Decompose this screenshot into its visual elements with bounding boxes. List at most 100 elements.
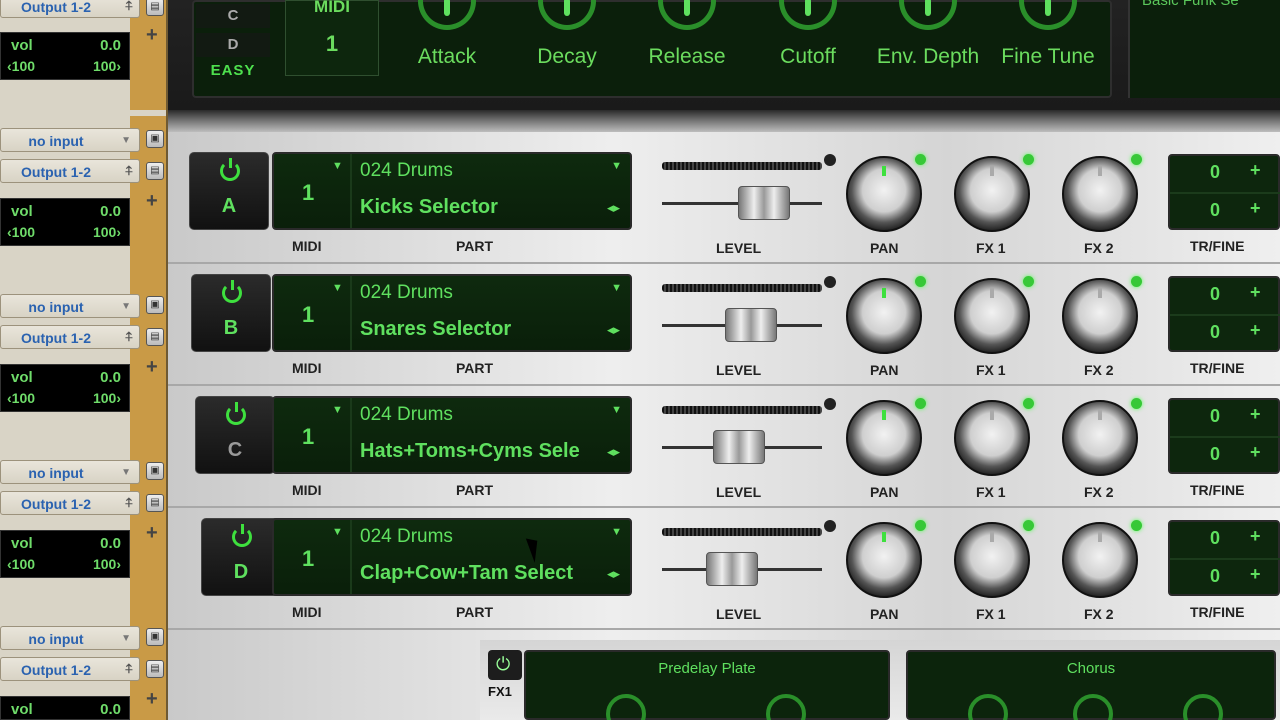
midi-channel[interactable]: 1	[302, 424, 314, 450]
pan-left[interactable]: ‹100	[7, 224, 35, 240]
pan-left[interactable]: ‹100	[7, 556, 35, 572]
fx-knob[interactable]	[606, 694, 646, 720]
fx2-knob[interactable]	[1062, 154, 1142, 232]
add-icon[interactable]: +	[146, 522, 158, 545]
bank-name[interactable]: 024 Drums	[360, 526, 453, 548]
plus-icon[interactable]: +	[1250, 442, 1261, 463]
part-power-button[interactable]: D	[201, 518, 281, 596]
level-fader[interactable]	[725, 308, 777, 342]
patch-name[interactable]: Kicks Selector	[360, 196, 600, 219]
midi-channel[interactable]: 1	[302, 180, 314, 206]
chevron-down-icon[interactable]: ▼	[611, 160, 622, 172]
arrows-icon[interactable]: ◂▸	[607, 444, 620, 460]
output-selector[interactable]: Output 1-2 ⍏	[0, 159, 140, 183]
part-selector[interactable]: 1 ▼ 024 Drums ▼ Snares Selector ◂▸	[272, 274, 632, 352]
pan-right[interactable]: 100›	[93, 58, 121, 74]
transpose-fine-box[interactable]: 0 + 0 +	[1168, 276, 1280, 352]
arrows-icon[interactable]: ◂▸	[607, 322, 620, 338]
fx1-knob[interactable]	[954, 276, 1034, 354]
output-selector[interactable]: Output 1-2 ⍏	[0, 657, 140, 681]
transpose-value[interactable]: 0	[1210, 406, 1220, 427]
insert-icon[interactable]: ▤	[146, 162, 164, 180]
part-power-button[interactable]: B	[191, 274, 271, 352]
add-icon[interactable]: +	[146, 688, 158, 711]
transpose-fine-box[interactable]: 0 + 0 +	[1168, 520, 1280, 596]
volume-display[interactable]: vol 0.0 ‹100 100›	[0, 530, 130, 578]
add-icon[interactable]: +	[146, 190, 158, 213]
chevron-down-icon[interactable]: ▼	[611, 526, 622, 538]
bank-name[interactable]: 024 Drums	[360, 160, 453, 182]
plus-icon[interactable]: +	[1250, 282, 1261, 303]
record-icon[interactable]: ▣	[146, 628, 164, 646]
record-icon[interactable]: ▣	[146, 462, 164, 480]
part-selector[interactable]: 1 ▼ 024 Drums ▼ Hats+Toms+Cyms Sele ◂▸	[272, 396, 632, 474]
fx2-knob[interactable]	[1062, 398, 1142, 476]
level-fader[interactable]	[706, 552, 758, 586]
plus-icon[interactable]: +	[1250, 198, 1261, 219]
midi-channel[interactable]: 1	[302, 302, 314, 328]
volume-display[interactable]: vol 0.0 ‹100 100›	[0, 198, 130, 246]
output-selector[interactable]: Output 1-2 ⍏	[0, 491, 140, 515]
input-selector[interactable]: no input ▼	[0, 626, 140, 650]
part-power-button[interactable]: A	[189, 152, 269, 230]
add-icon[interactable]: +	[146, 24, 158, 47]
release-knob[interactable]: Release	[627, 0, 747, 80]
fx1-knob[interactable]	[954, 154, 1034, 232]
fine-value[interactable]: 0	[1210, 444, 1220, 465]
fine-value[interactable]: 0	[1210, 322, 1220, 343]
fine-value[interactable]: 0	[1210, 200, 1220, 221]
pan-knob[interactable]	[846, 398, 926, 476]
plus-icon[interactable]: +	[1250, 160, 1261, 181]
insert-icon[interactable]: ▤	[146, 0, 164, 16]
chevron-down-icon[interactable]: ▼	[332, 160, 343, 172]
fx2-chorus[interactable]: Chorus	[906, 650, 1276, 720]
chevron-down-icon[interactable]: ▼	[332, 526, 343, 538]
fx2-knob[interactable]	[1062, 520, 1142, 598]
fx-knob[interactable]	[968, 694, 1008, 720]
part-power-button[interactable]: C	[195, 396, 275, 474]
part-selector[interactable]: 1 ▼ 024 Drums ▼ Kicks Selector ◂▸	[272, 152, 632, 230]
fx-power-button[interactable]: ⏻	[488, 650, 522, 680]
midi-channel-box[interactable]: MIDI 1	[285, 0, 379, 76]
preset-display[interactable]: Basic Funk Se	[1128, 0, 1280, 98]
env-depth-knob[interactable]: Env. Depth	[868, 0, 988, 80]
arrows-icon[interactable]: ◂▸	[607, 566, 620, 582]
transpose-fine-box[interactable]: 0 + 0 +	[1168, 154, 1280, 230]
patch-name[interactable]: Snares Selector	[360, 318, 600, 341]
plus-icon[interactable]: +	[1250, 320, 1261, 341]
output-selector[interactable]: Output 1-2 ⍏	[0, 325, 140, 349]
fine-tune-knob[interactable]: Fine Tune	[988, 0, 1108, 80]
add-icon[interactable]: +	[146, 356, 158, 379]
pan-knob[interactable]	[846, 520, 926, 598]
fx-knob[interactable]	[1183, 694, 1223, 720]
fx1-knob[interactable]	[954, 398, 1034, 476]
arrows-icon[interactable]: ◂▸	[607, 200, 620, 216]
patch-name[interactable]: Hats+Toms+Cyms Sele	[360, 440, 600, 463]
decay-knob[interactable]: Decay	[507, 0, 627, 80]
pan-left[interactable]: ‹100	[7, 390, 35, 406]
chevron-down-icon[interactable]: ▼	[332, 282, 343, 294]
plus-icon[interactable]: +	[1250, 404, 1261, 425]
volume-display[interactable]: vol 0.0 ‹100 100›	[0, 32, 130, 80]
chevron-down-icon[interactable]: ▼	[611, 404, 622, 416]
easy-button[interactable]: EASY	[196, 62, 270, 86]
insert-icon[interactable]: ▤	[146, 660, 164, 678]
part-letter-d[interactable]: D	[196, 33, 270, 57]
bank-name[interactable]: 024 Drums	[360, 282, 453, 304]
input-selector[interactable]: no input ▼	[0, 460, 140, 484]
transpose-value[interactable]: 0	[1210, 162, 1220, 183]
pan-left[interactable]: ‹100	[7, 58, 35, 74]
attack-knob[interactable]: Attack	[387, 0, 507, 80]
level-fader[interactable]	[713, 430, 765, 464]
input-selector[interactable]: no input ▼	[0, 128, 140, 152]
volume-display[interactable]: vol 0.0 ‹100 100›	[0, 364, 130, 412]
plus-icon[interactable]: +	[1250, 526, 1261, 547]
part-selector[interactable]: 1 ▼ 024 Drums ▼ Clap+Cow+Tam Select ◂▸	[272, 518, 632, 596]
part-letter-c[interactable]: C	[196, 4, 270, 28]
insert-icon[interactable]: ▤	[146, 328, 164, 346]
pan-knob[interactable]	[846, 154, 926, 232]
insert-icon[interactable]: ▤	[146, 494, 164, 512]
fx-knob[interactable]	[766, 694, 806, 720]
transpose-fine-box[interactable]: 0 + 0 +	[1168, 398, 1280, 474]
pan-right[interactable]: 100›	[93, 224, 121, 240]
